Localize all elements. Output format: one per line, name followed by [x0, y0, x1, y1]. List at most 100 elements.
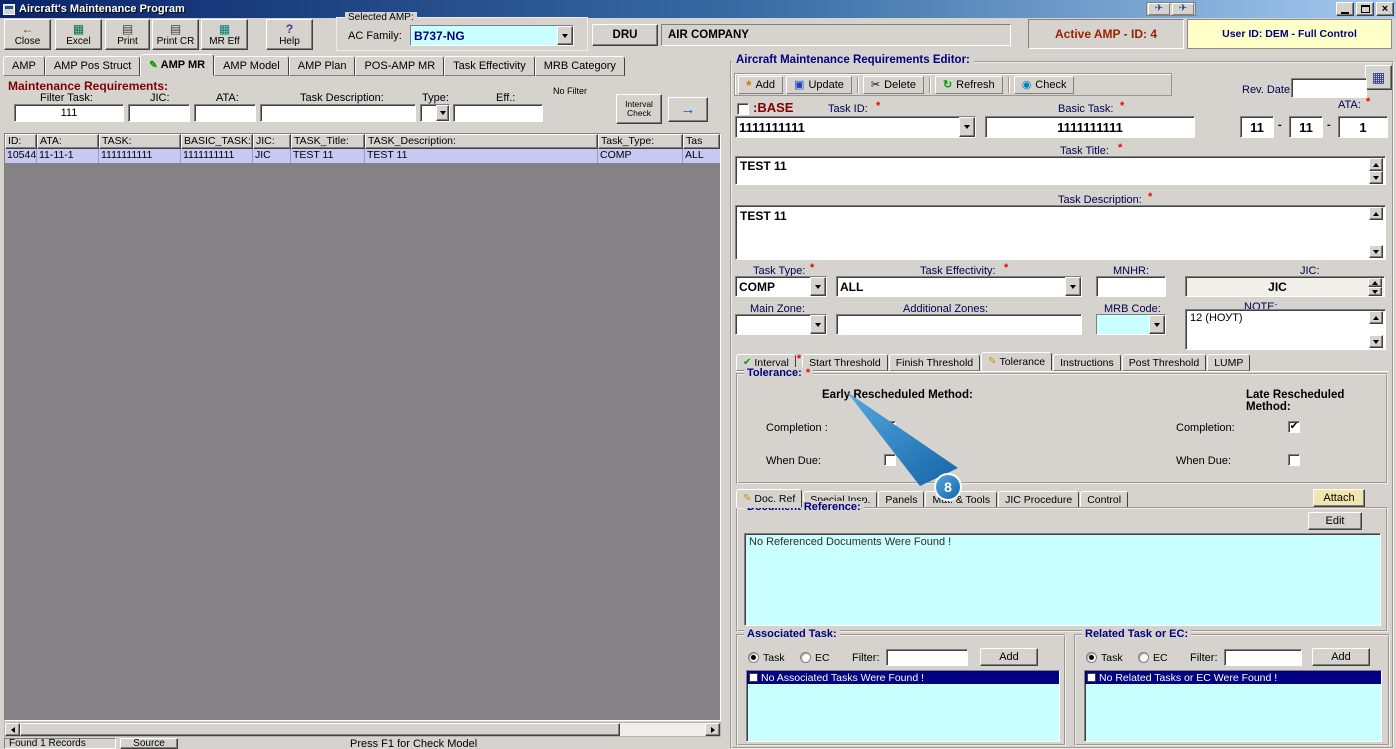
additional-zones-input[interactable]: [836, 314, 1082, 335]
tab-task-effectivity[interactable]: Task Effectivity: [444, 56, 535, 76]
associated-task-radio[interactable]: [748, 652, 759, 663]
table-row[interactable]: 10544 11-11-1 1111111111 1111111111 JIC …: [5, 149, 720, 163]
filter-jic-input[interactable]: [128, 104, 190, 122]
edit-button[interactable]: Edit: [1308, 512, 1362, 530]
dropdown-arrow-icon[interactable]: [436, 105, 449, 121]
column-header[interactable]: TASK_Title:: [291, 134, 365, 149]
rev-date-input[interactable]: [1291, 78, 1367, 98]
minimize-button[interactable]: [1336, 2, 1354, 16]
dropdown-arrow-icon[interactable]: [557, 26, 573, 45]
dropdown-arrow-icon[interactable]: [1065, 277, 1081, 296]
base-checkbox[interactable]: [737, 103, 749, 115]
tab-panels[interactable]: Panels: [878, 491, 925, 508]
ata-subject-input[interactable]: 1: [1338, 116, 1388, 138]
scroll-up-icon[interactable]: [1369, 207, 1383, 220]
help-button[interactable]: ? Help: [266, 19, 313, 50]
tab-control[interactable]: Control: [1080, 491, 1129, 508]
horizontal-scrollbar[interactable]: [4, 722, 721, 737]
column-header[interactable]: ID:: [5, 134, 37, 149]
task-effectivity-combo[interactable]: ALL: [836, 276, 1082, 297]
attach-button[interactable]: Attach: [1313, 489, 1365, 507]
scrollbar-thumb[interactable]: [20, 723, 620, 736]
tab-post-threshold[interactable]: Post Threshold: [1121, 354, 1207, 371]
tab-mrb-category[interactable]: MRB Category: [534, 56, 625, 76]
spin-up-icon[interactable]: [1368, 278, 1382, 287]
when-due-early-checkbox[interactable]: [884, 454, 896, 466]
mrb-code-combo[interactable]: [1096, 314, 1166, 335]
mr-eff-button[interactable]: ▦ MR Eff: [201, 19, 248, 50]
update-button[interactable]: ▣ Update: [786, 75, 852, 94]
mnhr-input[interactable]: [1096, 276, 1166, 297]
related-ec-radio[interactable]: [1138, 652, 1149, 663]
associated-ec-radio[interactable]: [800, 652, 811, 663]
delete-button[interactable]: ✂ Delete: [862, 75, 924, 94]
scroll-left-icon[interactable]: [5, 723, 20, 736]
when-due-late-checkbox[interactable]: [1288, 454, 1300, 466]
list-item[interactable]: No Related Tasks or EC Were Found !: [1085, 671, 1381, 684]
list-item[interactable]: No Associated Tasks Were Found !: [747, 671, 1059, 684]
task-id-combo[interactable]: 1111111111: [735, 116, 976, 138]
tab-tolerance[interactable]: ✎ Tolerance: [981, 352, 1053, 371]
airplane-icon[interactable]: ✈: [1148, 3, 1170, 15]
tab-amp[interactable]: AMP: [3, 56, 45, 76]
scroll-down-icon[interactable]: [1369, 335, 1383, 348]
tab-start-threshold[interactable]: Start Threshold: [802, 354, 888, 371]
filter-task-input[interactable]: 111: [14, 104, 124, 122]
item-checkbox[interactable]: [1087, 673, 1096, 682]
jic-field[interactable]: JIC: [1185, 276, 1385, 297]
close-button[interactable]: ← Close: [4, 19, 51, 50]
task-title-input[interactable]: TEST 11: [735, 156, 1386, 185]
tab-amp-model[interactable]: AMP Model: [214, 56, 289, 76]
ata-chapter-input[interactable]: 11: [1240, 116, 1274, 138]
ata-section-input[interactable]: 11: [1289, 116, 1323, 138]
calendar-button[interactable]: ▦: [1365, 65, 1392, 90]
filter-eff-input[interactable]: [453, 104, 543, 122]
check-button[interactable]: ◉ Check: [1013, 75, 1075, 94]
basic-task-input[interactable]: 1111111111: [985, 116, 1195, 138]
add-button[interactable]: * Add: [738, 75, 784, 94]
filter-type-combo[interactable]: [420, 104, 450, 122]
related-task-radio[interactable]: [1086, 652, 1097, 663]
tab-amp-pos-struct[interactable]: AMP Pos Struct: [44, 56, 141, 76]
column-header[interactable]: TASK:: [99, 134, 181, 149]
excel-button[interactable]: ▦ Excel: [55, 19, 102, 50]
dru-button[interactable]: DRU: [592, 24, 658, 46]
related-filter-input[interactable]: [1224, 649, 1302, 666]
tab-doc-ref[interactable]: ✎ Doc. Ref: [736, 489, 803, 508]
scrollbar[interactable]: [1369, 207, 1384, 258]
note-input[interactable]: 12 (НОУТ): [1185, 309, 1386, 350]
item-checkbox[interactable]: [749, 673, 758, 682]
scrollbar[interactable]: [1369, 158, 1384, 184]
filter-ata-input[interactable]: [194, 104, 256, 122]
task-type-combo[interactable]: COMP: [735, 276, 827, 297]
scroll-up-icon[interactable]: [1369, 158, 1383, 171]
column-header[interactable]: Task_Type:: [598, 134, 683, 149]
tab-amp-mr[interactable]: ✎ AMP MR: [140, 54, 215, 76]
print-cr-button[interactable]: ▤ Print CR: [152, 19, 199, 50]
spin-down-icon[interactable]: [1368, 287, 1382, 296]
close-window-button[interactable]: ×: [1376, 2, 1394, 16]
dropdown-arrow-icon[interactable]: [810, 277, 826, 296]
tab-instructions[interactable]: Instructions: [1053, 354, 1121, 371]
completion-early-checkbox[interactable]: [884, 421, 896, 433]
tab-jic-procedure[interactable]: JIC Procedure: [998, 491, 1080, 508]
column-header[interactable]: Tas: [683, 134, 720, 149]
related-add-button[interactable]: Add: [1312, 648, 1370, 666]
airplane-alt-icon[interactable]: ✈: [1172, 3, 1194, 15]
apply-filter-arrow-button[interactable]: →: [668, 97, 708, 122]
dropdown-arrow-icon[interactable]: [959, 117, 975, 137]
tab-pos-amp-mr[interactable]: POS-AMP MR: [355, 56, 445, 76]
print-button[interactable]: ▤ Print: [105, 19, 150, 50]
jic-spinner[interactable]: [1368, 278, 1383, 296]
scroll-right-icon[interactable]: [705, 723, 720, 736]
dropdown-arrow-icon[interactable]: [810, 315, 826, 334]
tab-amp-plan[interactable]: AMP Plan: [288, 56, 356, 76]
associated-filter-input[interactable]: [886, 649, 968, 666]
column-header[interactable]: JIC:: [253, 134, 291, 149]
task-description-input[interactable]: TEST 11: [735, 205, 1386, 260]
column-header[interactable]: TASK_Description:: [365, 134, 598, 149]
scroll-down-icon[interactable]: [1369, 171, 1383, 184]
related-task-list[interactable]: No Related Tasks or EC Were Found !: [1084, 670, 1382, 742]
source-tab[interactable]: Source: [120, 738, 178, 749]
column-header[interactable]: ATA:: [37, 134, 99, 149]
